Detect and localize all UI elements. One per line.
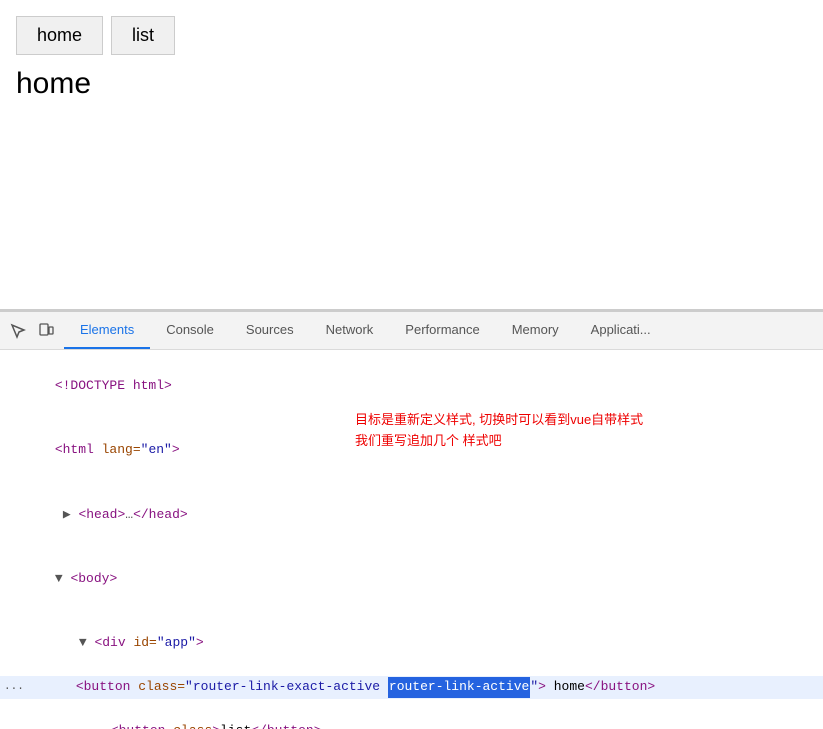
html-line-head[interactable]: ▶ <head>…</head> [0, 483, 823, 547]
html-line-html[interactable]: <html lang="en"> [0, 418, 823, 482]
tab-sources[interactable]: Sources [230, 312, 310, 349]
page-buttons: home list [16, 16, 807, 55]
devtools-toolbar: Elements Console Sources Network Perform… [0, 312, 823, 350]
html-line-button-list[interactable]: <button class>list</button> [0, 699, 823, 729]
home-button[interactable]: home [16, 16, 103, 55]
html-line-div-app[interactable]: ▼ <div id="app"> [0, 612, 823, 676]
tab-performance[interactable]: Performance [389, 312, 495, 349]
tab-network[interactable]: Network [310, 312, 390, 349]
html-line-body-open[interactable]: ▼ <body> [0, 547, 823, 611]
html-line-button-home[interactable]: ... <button class="router-link-exact-act… [0, 676, 823, 699]
tab-console[interactable]: Console [150, 312, 230, 349]
devtools-content: 目标是重新定义样式, 切换时可以看到vue自带样式 我们重写追加几个 样式吧 <… [0, 350, 823, 729]
inspector-icon[interactable] [4, 317, 32, 345]
tab-elements[interactable]: Elements [64, 312, 150, 349]
tab-application[interactable]: Applicati... [575, 312, 667, 349]
page-heading: home [16, 67, 807, 101]
list-button[interactable]: list [111, 16, 175, 55]
devtools-panel: Elements Console Sources Network Perform… [0, 310, 823, 729]
html-line-doctype[interactable]: <!DOCTYPE html> [0, 354, 823, 418]
device-toggle-icon[interactable] [32, 317, 60, 345]
browser-page: home list home [0, 0, 823, 310]
tab-memory[interactable]: Memory [496, 312, 575, 349]
devtools-tabs: Elements Console Sources Network Perform… [64, 312, 667, 349]
